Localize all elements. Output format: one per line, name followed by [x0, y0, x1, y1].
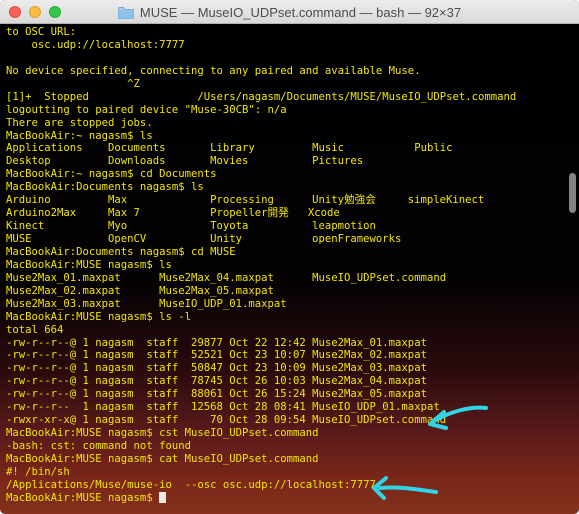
terminal-line: Kinect Myo Toyota leapmotion	[6, 220, 376, 233]
terminal-line: -rw-r--r--@ 1 nagasm staff 78745 Oct 26 …	[6, 375, 427, 388]
scrollbar-thumb[interactable]	[569, 173, 576, 213]
terminal-line: MacBookAir:~ nagasm$ ls	[6, 129, 153, 142]
terminal-line: -bash: cst: command not found	[6, 440, 191, 452]
terminal-line: Arduino Max Processing Unity勉強会 simpleKi…	[6, 194, 485, 207]
terminal-line: Muse2Max_01.maxpat Muse2Max_04.maxpat Mu…	[6, 271, 447, 284]
terminal-line: MacBookAir:Documents nagasm$ cd MUSE	[6, 245, 236, 258]
terminal-line: total 664	[6, 323, 64, 336]
terminal-line: ^Z	[6, 77, 140, 90]
terminal-output[interactable]: to OSC URL: osc.udp://localhost:7777 No d…	[0, 25, 566, 514]
terminal-line: MacBookAir:MUSE nagasm$ cat MuseIO_UDPse…	[6, 452, 319, 465]
terminal-line: osc.udp://localhost:7777	[6, 38, 185, 51]
terminal-line: Applications Documents Library Music Pub…	[6, 142, 453, 155]
terminal-line: MacBookAir:MUSE nagasm$ cst MuseIO_UDPse…	[6, 427, 319, 440]
terminal-line: -rwxr-xr-x@ 1 nagasm staff 70 Oct 28 09:…	[6, 414, 447, 427]
terminal-line: to OSC URL:	[6, 26, 77, 38]
terminal-line: MacBookAir:MUSE nagasm$	[6, 492, 566, 505]
terminal-line: Muse2Max_03.maxpat MuseIO_UDP_01.maxpat	[6, 297, 287, 310]
terminal-line: MacBookAir:MUSE nagasm$ ls -l	[6, 310, 191, 323]
title-bar[interactable]: MUSE — MuseIO_UDPset.command — bash — 92…	[0, 0, 579, 24]
terminal-line: -rw-r--r--@ 1 nagasm staff 88061 Oct 26 …	[6, 388, 427, 401]
terminal-line: -rw-r--r--@ 1 nagasm staff 52521 Oct 23 …	[6, 349, 427, 362]
folder-icon	[117, 6, 134, 19]
terminal-line: #! /bin/sh	[6, 465, 70, 478]
terminal-line: -rw-r--r--@ 1 nagasm staff 50847 Oct 23 …	[6, 362, 427, 375]
text-cursor	[159, 492, 167, 504]
terminal-line: -rw-r--r--@ 1 nagasm staff 29877 Oct 22 …	[6, 336, 427, 349]
terminal-line: /Applications/Muse/muse-io --osc osc.udp…	[6, 478, 376, 491]
terminal-line: [1]+ Stopped /Users/nagasm/Documents/MUS…	[6, 90, 517, 103]
terminal-window: MUSE — MuseIO_UDPset.command — bash — 92…	[0, 0, 579, 514]
vertical-scrollbar[interactable]	[566, 25, 579, 514]
terminal-line: MUSE OpenCV Unity openFrameworks	[6, 233, 402, 245]
terminal-line: MacBookAir:MUSE nagasm$ ls	[6, 258, 172, 271]
terminal-line: logoutting to paired device "Muse-30CB":…	[6, 103, 287, 116]
window-title: MUSE — MuseIO_UDPset.command — bash — 92…	[139, 4, 462, 20]
terminal-line: No device specified, connecting to any p…	[6, 64, 421, 77]
terminal-line: Arduino2Max Max 7 Propeller開発 Xcode	[6, 207, 340, 220]
terminal-line: -rw-r--r-- 1 nagasm staff 12568 Oct 28 0…	[6, 401, 440, 414]
terminal-line: Muse2Max_02.maxpat Muse2Max_05.maxpat	[6, 284, 274, 297]
terminal-line: Desktop Downloads Movies Pictures	[6, 155, 364, 168]
title-container: MUSE — MuseIO_UDPset.command — bash — 92…	[0, 0, 579, 24]
terminal-line: MacBookAir:~ nagasm$ cd Documents	[6, 168, 217, 181]
terminal-line: MacBookAir:Documents nagasm$ ls	[6, 181, 204, 194]
terminal-line: There are stopped jobs.	[6, 116, 153, 129]
